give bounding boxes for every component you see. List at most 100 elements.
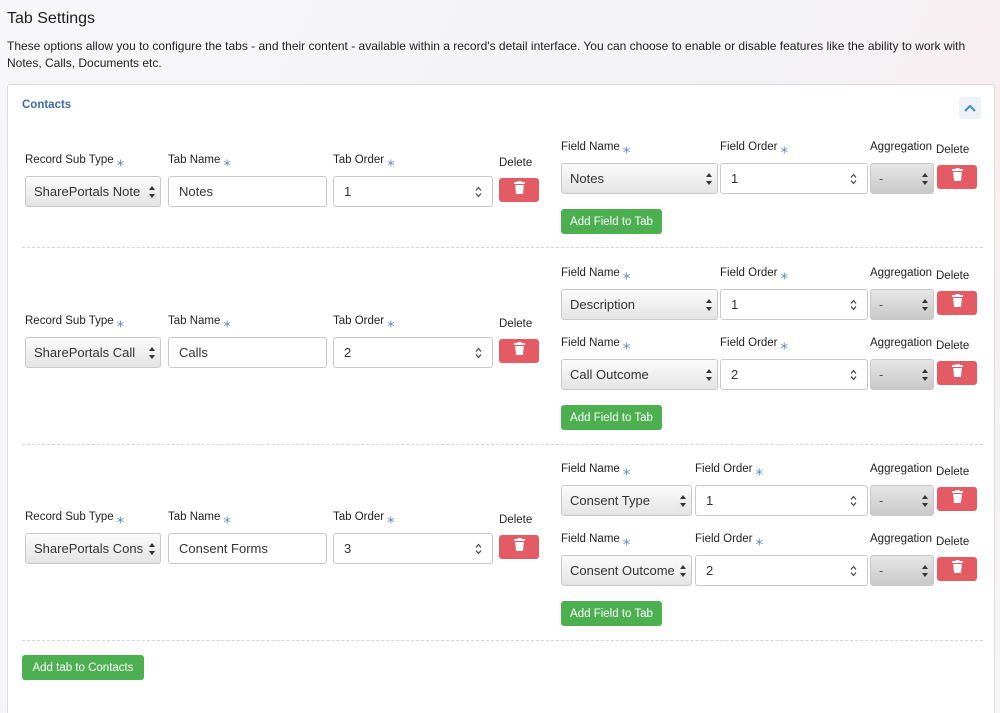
select-arrows-icon	[705, 172, 713, 186]
aggregation-label: Aggregation	[870, 533, 933, 545]
aggregation-select[interactable]: -	[870, 555, 934, 586]
delete-tab-button[interactable]	[499, 339, 539, 363]
select-arrows-icon	[921, 494, 929, 511]
trash-icon	[951, 364, 963, 382]
field-order-label: Field Order ⁎	[695, 462, 764, 479]
card-title[interactable]: Contacts	[22, 99, 71, 111]
delete-field-button[interactable]	[937, 361, 977, 385]
tab-order-label: Tab Order ⁎	[333, 510, 395, 527]
field-name-label: Field Name ⁎	[561, 336, 631, 353]
field-name-label: Field Name ⁎	[561, 532, 631, 549]
tab-name-input[interactable]: Notes	[168, 176, 327, 207]
add-field-to-tab-button[interactable]: Add Field to Tab	[561, 601, 662, 626]
aggregation-label: Aggregation	[870, 267, 933, 279]
spinner-icon	[475, 543, 482, 558]
select-arrows-icon	[921, 172, 929, 189]
tab-name-input[interactable]: Consent Forms	[168, 533, 327, 564]
required-asterisk: ⁎	[116, 153, 125, 170]
delete-field-button[interactable]	[937, 557, 977, 581]
tab-order-label: Tab Order ⁎	[333, 153, 395, 170]
page-title: Tab Settings	[7, 10, 96, 27]
record-sub-type-label: Record Sub Type ⁎	[25, 153, 125, 170]
section-divider	[22, 247, 983, 248]
select-arrows-icon	[921, 298, 929, 315]
field-order-input[interactable]: 1	[720, 163, 868, 194]
spinner-icon	[850, 369, 857, 384]
field-order-label: Field Order ⁎	[720, 266, 789, 283]
field-delete-label: Delete	[936, 144, 970, 156]
field-order-input[interactable]: 1	[720, 289, 868, 320]
field-order-input[interactable]: 1	[695, 485, 868, 516]
field-name-label: Field Name ⁎	[561, 266, 631, 283]
add-field-to-tab-button[interactable]: Add Field to Tab	[561, 209, 662, 234]
field-delete-label: Delete	[936, 270, 970, 282]
tab-name-label: Tab Name ⁎	[168, 510, 231, 527]
tab-name-label: Tab Name ⁎	[168, 153, 231, 170]
select-arrows-icon	[705, 368, 713, 382]
aggregation-select[interactable]: -	[870, 485, 934, 516]
field-name-select[interactable]: Call Outcome	[561, 359, 718, 390]
tab-order-input[interactable]: 2	[333, 337, 493, 368]
select-arrows-icon	[679, 564, 687, 578]
section-divider	[22, 444, 983, 445]
spinner-icon	[475, 347, 482, 362]
tab-order-input[interactable]: 3	[333, 533, 493, 564]
field-delete-label: Delete	[936, 466, 970, 478]
field-delete-label: Delete	[936, 536, 970, 548]
aggregation-select[interactable]: -	[870, 163, 934, 194]
delete-label: Delete	[499, 318, 533, 330]
field-order-label: Field Order ⁎	[720, 336, 789, 353]
field-name-select[interactable]: Consent Outcome	[561, 555, 692, 586]
spinner-icon	[850, 173, 857, 188]
delete-tab-button[interactable]	[499, 178, 539, 202]
tab-name-label: Tab Name ⁎	[168, 314, 231, 331]
delete-tab-button[interactable]	[499, 535, 539, 559]
aggregation-label: Aggregation	[870, 463, 933, 475]
trash-icon	[951, 168, 963, 186]
aggregation-select[interactable]: -	[870, 359, 934, 390]
trash-icon	[951, 560, 963, 578]
spinner-icon	[850, 299, 857, 314]
field-order-input[interactable]: 2	[720, 359, 868, 390]
select-arrows-icon	[705, 298, 713, 312]
field-delete-label: Delete	[936, 340, 970, 352]
aggregation-select[interactable]: -	[870, 289, 934, 320]
collapse-button[interactable]	[959, 97, 981, 119]
field-name-select[interactable]: Notes	[561, 163, 718, 194]
trash-icon	[513, 342, 525, 360]
field-name-select[interactable]: Consent Type	[561, 485, 692, 516]
aggregation-label: Aggregation	[870, 337, 933, 349]
field-order-label: Field Order ⁎	[720, 140, 789, 157]
field-order-label: Field Order ⁎	[695, 532, 764, 549]
field-order-input[interactable]: 2	[695, 555, 868, 586]
delete-label: Delete	[499, 514, 533, 526]
page-description: These options allow you to configure the…	[7, 39, 966, 70]
spinner-icon	[850, 495, 857, 510]
tab-name-input[interactable]: Calls	[168, 337, 327, 368]
add-tab-button[interactable]: Add tab to Contacts	[22, 655, 144, 680]
trash-icon	[513, 538, 525, 556]
delete-field-button[interactable]	[937, 165, 977, 189]
record-sub-type-value: SharePortals Note	[34, 184, 141, 199]
record-sub-type-label: Record Sub Type ⁎	[25, 314, 125, 331]
record-sub-type-select[interactable]: SharePortals Cons	[25, 533, 161, 564]
delete-field-button[interactable]	[937, 487, 977, 511]
field-name-label: Field Name ⁎	[561, 140, 631, 157]
record-sub-type-select[interactable]: SharePortals Note	[25, 176, 161, 207]
spinner-icon	[850, 565, 857, 580]
select-arrows-icon	[148, 542, 156, 556]
delete-field-button[interactable]	[937, 291, 977, 315]
add-field-to-tab-button[interactable]: Add Field to Tab	[561, 405, 662, 430]
field-name-label: Field Name ⁎	[561, 462, 631, 479]
chevron-up-icon	[964, 99, 976, 117]
record-sub-type-select[interactable]: SharePortals Call	[25, 337, 161, 368]
tab-order-label: Tab Order ⁎	[333, 314, 395, 331]
tab-order-input[interactable]: 1	[333, 176, 493, 207]
select-arrows-icon	[921, 564, 929, 581]
aggregation-label: Aggregation	[870, 141, 933, 153]
spinner-icon	[475, 186, 482, 201]
select-arrows-icon	[148, 346, 156, 360]
field-name-select[interactable]: Description	[561, 289, 718, 320]
select-arrows-icon	[148, 185, 156, 199]
section-divider	[22, 640, 983, 641]
